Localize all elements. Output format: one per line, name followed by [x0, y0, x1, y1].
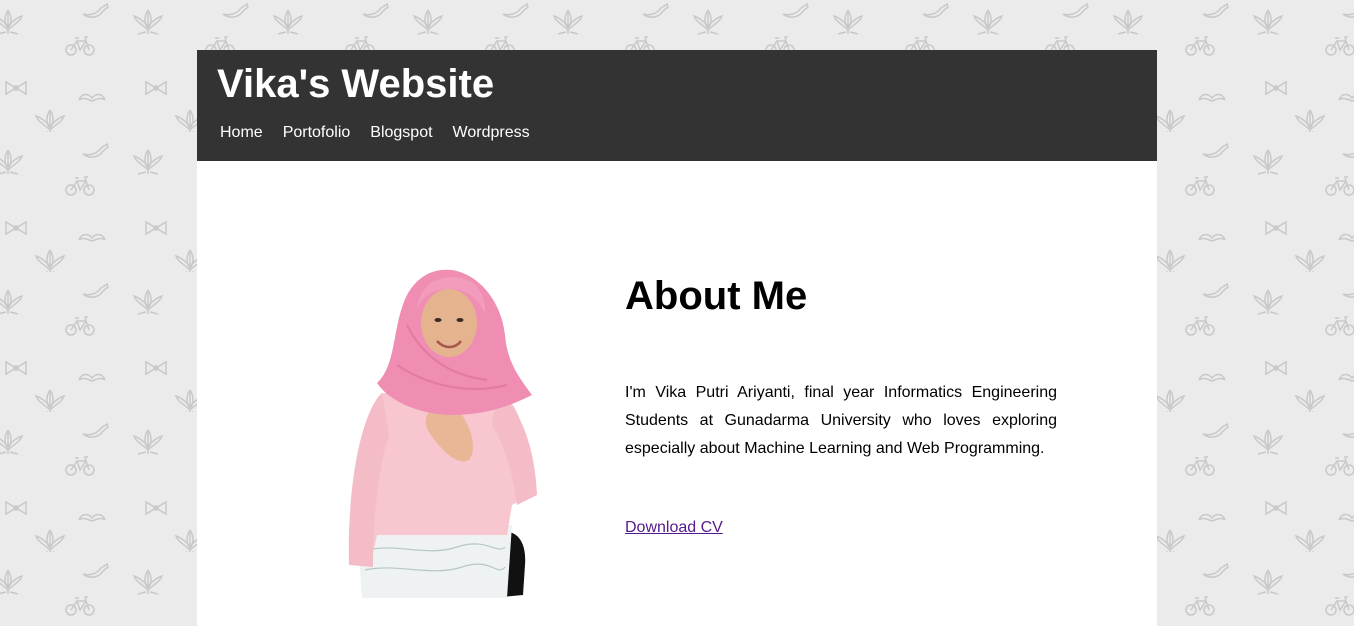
site-title: Vika's Website — [217, 62, 495, 106]
nav-portofolio-link[interactable]: Portofolio — [273, 123, 361, 143]
site-header: Vika's Website Home Portofolio Blogspot … — [197, 50, 1157, 161]
main-nav: Home Portofolio Blogspot Wordpress — [210, 123, 540, 143]
about-text: I'm Vika Putri Ariyanti, final year Info… — [625, 384, 1057, 457]
about-heading: About Me — [625, 274, 808, 318]
nav-blogspot-link[interactable]: Blogspot — [360, 123, 442, 143]
profile-photo — [348, 269, 537, 598]
main-container: Vika's Website Home Portofolio Blogspot … — [197, 50, 1157, 626]
download-cv-link[interactable]: Download CV — [625, 518, 723, 538]
nav-home-link[interactable]: Home — [210, 123, 273, 143]
nav-wordpress-link[interactable]: Wordpress — [443, 123, 540, 143]
